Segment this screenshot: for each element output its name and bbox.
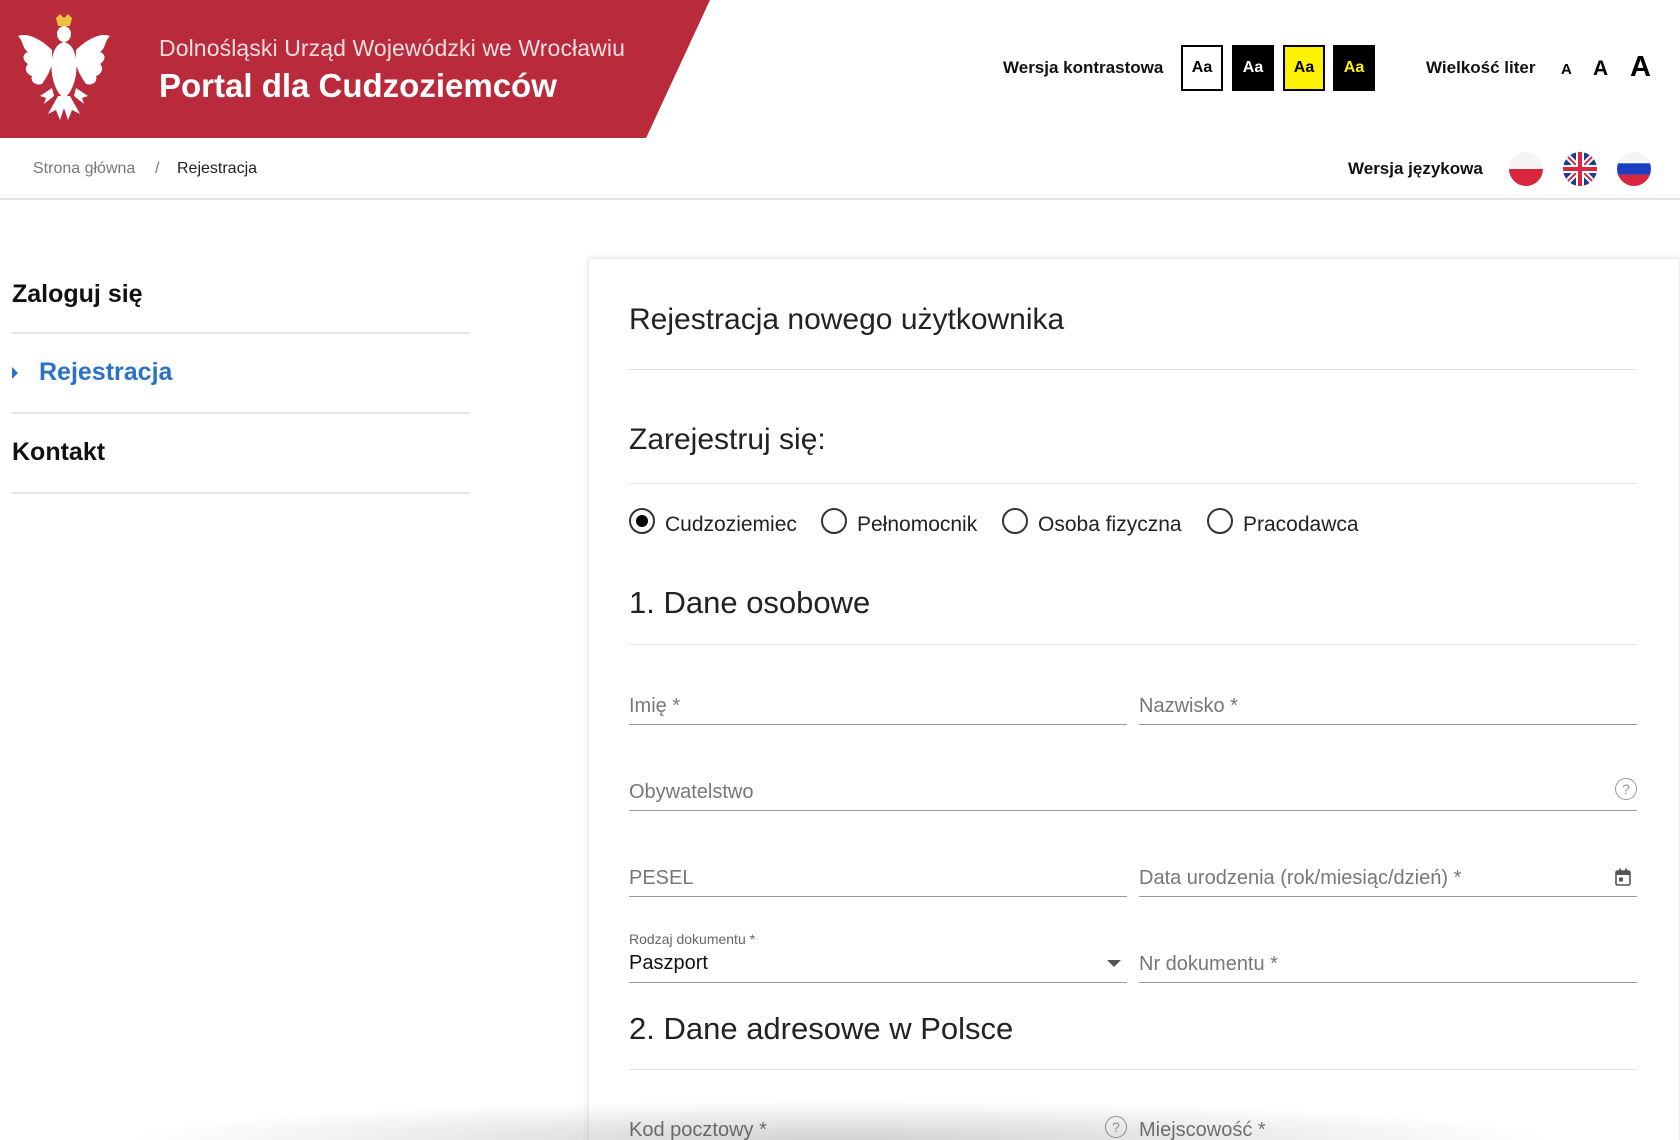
contrast-version-label: Wersja kontrastowa xyxy=(1003,58,1164,77)
radio-employer[interactable]: Pracodawca xyxy=(1207,505,1359,537)
first-name-placeholder: Imię * xyxy=(629,695,681,717)
page-title: Rejestracja nowego użytkownika xyxy=(629,303,1065,336)
register-heading: Zarejestruj się: xyxy=(629,423,826,456)
portal-name: Portal dla Cudzoziemców xyxy=(159,67,557,104)
section-address-heading: 2. Dane adresowe w Polsce xyxy=(629,1011,1014,1046)
radio-natural-person[interactable]: Osoba fizyczna xyxy=(1002,505,1182,537)
document-type-value: Paszport xyxy=(629,952,708,974)
breadcrumb-bar: Strona główna / Rejestracja Wersja język… xyxy=(0,138,1680,200)
section-personal-data-heading: 1. Dane osobowe xyxy=(629,585,871,620)
contrast-default-button[interactable]: Aa xyxy=(1181,45,1223,91)
birth-date-field[interactable]: Data urodzenia (rok/miesiąc/dzień) * xyxy=(1139,857,1637,897)
chevron-down-icon xyxy=(1107,960,1121,967)
radio-unselected-icon xyxy=(1207,508,1233,534)
help-icon[interactable]: ? xyxy=(1105,1116,1127,1138)
pesel-field[interactable]: PESEL xyxy=(629,857,1127,897)
help-icon[interactable]: ? xyxy=(1615,778,1637,800)
flag-pl-icon[interactable] xyxy=(1509,152,1543,186)
calendar-icon[interactable] xyxy=(1615,868,1631,886)
citizenship-field[interactable]: Obywatelstwo ? xyxy=(629,771,1637,811)
language-version-label: Wersja językowa xyxy=(1348,159,1483,178)
divider xyxy=(629,483,1637,484)
header-banner[interactable]: Dolnośląski Urząd Wojewódzki we Wrocławi… xyxy=(0,0,710,138)
flag-en-icon[interactable] xyxy=(1563,152,1597,186)
sidebar-item-registration[interactable]: Rejestracja xyxy=(12,334,470,414)
radio-proxy[interactable]: Pełnomocnik xyxy=(821,505,977,537)
last-name-field[interactable]: Nazwisko * xyxy=(1139,685,1637,725)
font-size-large-button[interactable]: A xyxy=(1630,53,1651,82)
radio-unselected-icon xyxy=(821,508,847,534)
radio-label: Cudzoziemiec xyxy=(665,513,797,536)
city-field[interactable]: Miejscowość * xyxy=(1139,1109,1637,1140)
flag-ru-icon[interactable] xyxy=(1617,152,1651,186)
sidebar-item-label: Rejestracja xyxy=(39,358,173,386)
font-size-medium-button[interactable]: A xyxy=(1593,58,1608,79)
divider xyxy=(629,1069,1637,1070)
contrast-black-on-yellow-button[interactable]: Aa xyxy=(1283,45,1325,91)
radio-label: Osoba fizyczna xyxy=(1038,513,1182,536)
city-placeholder: Miejscowość * xyxy=(1139,1119,1266,1140)
radio-foreigner[interactable]: Cudzoziemiec xyxy=(629,505,797,537)
radio-unselected-icon xyxy=(1002,508,1028,534)
postal-code-field[interactable]: Kod pocztowy * ? xyxy=(629,1109,1127,1140)
document-type-label: Rodzaj dokumentu * xyxy=(629,931,756,947)
postal-code-placeholder: Kod pocztowy * xyxy=(629,1119,767,1140)
polish-eagle-icon xyxy=(18,14,110,120)
birth-date-placeholder: Data urodzenia (rok/miesiąc/dzień) * xyxy=(1139,867,1462,889)
document-number-placeholder: Nr dokumentu * xyxy=(1139,953,1278,975)
sidebar-item-contact[interactable]: Kontakt xyxy=(12,414,470,494)
breadcrumb-current: Rejestracja xyxy=(177,160,258,177)
sidebar-item-login[interactable]: Zaloguj się xyxy=(12,250,470,334)
radio-label: Pełnomocnik xyxy=(857,513,978,536)
first-name-field[interactable]: Imię * xyxy=(629,685,1127,725)
contrast-yellow-on-black-button[interactable]: Aa xyxy=(1333,45,1375,91)
citizenship-placeholder: Obywatelstwo xyxy=(629,781,754,803)
office-name: Dolnośląski Urząd Wojewódzki we Wrocławi… xyxy=(159,35,625,61)
divider xyxy=(629,644,1637,645)
document-number-field[interactable]: Nr dokumentu * xyxy=(1139,943,1637,983)
font-size-small-button[interactable]: A xyxy=(1561,62,1572,77)
caret-right-icon xyxy=(12,367,18,379)
sidebar-item-label: Kontakt xyxy=(12,438,106,466)
sidebar-item-label: Zaloguj się xyxy=(12,280,143,308)
registration-form-card: Rejestracja nowego użytkownika Zarejestr… xyxy=(588,258,1680,1140)
last-name-placeholder: Nazwisko * xyxy=(1139,695,1238,717)
site-header: Dolnośląski Urząd Wojewódzki we Wrocławi… xyxy=(0,0,1680,138)
divider xyxy=(629,369,1637,370)
breadcrumb-separator: / xyxy=(155,160,160,177)
document-type-select[interactable]: Rodzaj dokumentu * Paszport xyxy=(629,931,1127,983)
font-size-label: Wielkość liter xyxy=(1426,58,1536,77)
radio-label: Pracodawca xyxy=(1243,513,1359,536)
radio-selected-icon xyxy=(629,508,655,534)
contrast-white-on-black-button[interactable]: Aa xyxy=(1232,45,1274,91)
breadcrumb-home-link[interactable]: Strona główna xyxy=(33,160,135,178)
pesel-placeholder: PESEL xyxy=(629,867,694,889)
